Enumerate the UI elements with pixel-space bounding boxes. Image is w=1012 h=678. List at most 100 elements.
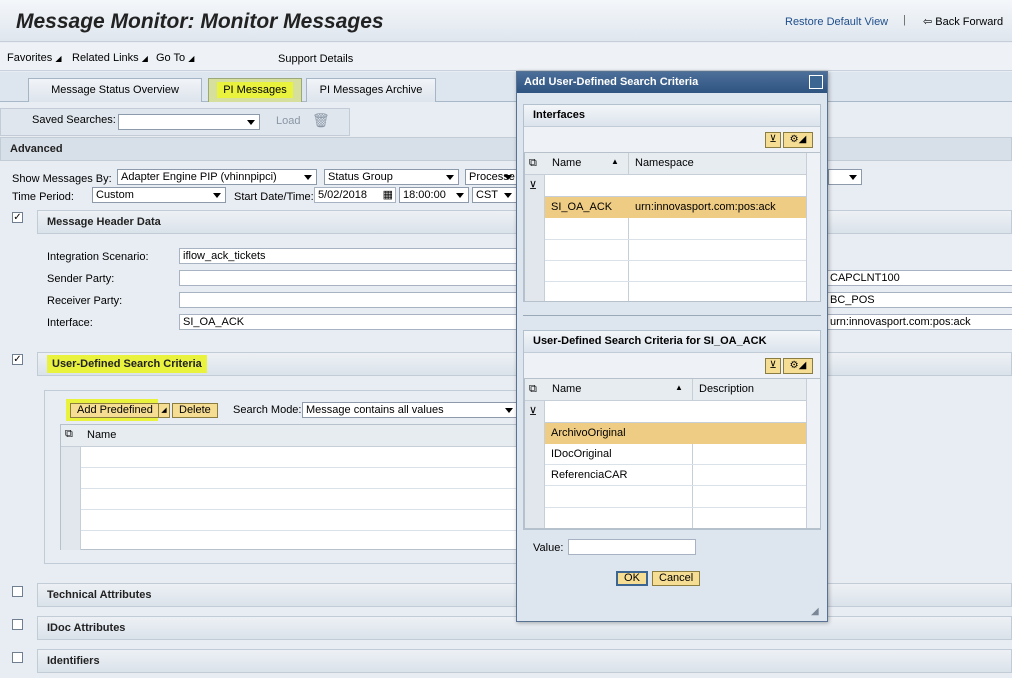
integration-scenario-field[interactable]: iflow_ack_tickets bbox=[179, 248, 519, 264]
tab-pi-messages-archive[interactable]: PI Messages Archive bbox=[306, 78, 436, 102]
divider bbox=[523, 315, 821, 316]
time-period-dropdown[interactable]: Custom bbox=[92, 187, 226, 203]
back-forward-label: Back Forward bbox=[935, 16, 1004, 28]
search-mode-label: Search Mode: bbox=[233, 404, 302, 416]
idoc-attributes-checkbox[interactable] bbox=[12, 619, 23, 630]
iface-name-cell: SI_OA_ACK bbox=[551, 201, 613, 213]
menu-arrow-icon: ◢ bbox=[188, 54, 195, 63]
support-details-link[interactable]: Support Details bbox=[278, 53, 353, 65]
dialog-title: Add User-Defined Search Criteria bbox=[517, 72, 827, 93]
menu-bar bbox=[0, 43, 1012, 71]
interface-field[interactable]: SI_OA_ACK bbox=[179, 314, 519, 330]
sender-party-field[interactable] bbox=[179, 270, 519, 286]
crit-name-header[interactable]: Name bbox=[552, 383, 581, 395]
start-date-field[interactable]: 5/02/2018 ▦ bbox=[314, 187, 396, 203]
row-selector-column[interactable] bbox=[525, 401, 545, 528]
receiver-party-field[interactable] bbox=[179, 292, 519, 308]
start-date-time-label: Start Date/Time: bbox=[234, 191, 314, 203]
advanced-section-header: Advanced bbox=[0, 137, 1012, 161]
iface-name-header[interactable]: Name bbox=[552, 157, 581, 169]
receiver-party-label: Receiver Party: bbox=[47, 295, 123, 307]
favorites-menu[interactable]: Favorites ◢ bbox=[7, 52, 61, 64]
timezone-dropdown[interactable]: CST bbox=[472, 187, 517, 203]
related-links-menu[interactable]: Related Links ◢ bbox=[72, 52, 148, 64]
go-to-menu[interactable]: Go To ◢ bbox=[156, 52, 194, 64]
processed-dropdown[interactable]: Processe bbox=[465, 169, 517, 185]
maximize-icon[interactable] bbox=[809, 75, 823, 89]
filter-row[interactable] bbox=[545, 401, 806, 423]
settings-icon[interactable]: ⚙◢ bbox=[783, 358, 813, 374]
table-row bbox=[81, 489, 519, 510]
table-row[interactable]: ArchivoOriginal bbox=[545, 423, 806, 444]
table-settings-icon[interactable]: ⧉ bbox=[529, 383, 537, 396]
ok-button[interactable]: OK bbox=[616, 571, 648, 586]
crit-name-cell: IDocOriginal bbox=[551, 448, 612, 460]
interface-namespace-right[interactable]: urn:innovasport.com:pos:ack bbox=[826, 314, 1012, 330]
add-predefined-menu-icon[interactable]: ◢ bbox=[158, 403, 170, 418]
udsc-table: ⧉ Name bbox=[60, 424, 520, 550]
table-row bbox=[81, 447, 519, 468]
table-row[interactable]: SI_OA_ACK urn:innovasport.com:pos:ack bbox=[545, 197, 806, 218]
iface-namespace-cell: urn:innovasport.com:pos:ack bbox=[635, 201, 776, 213]
udsc-checkbox[interactable]: ✓ bbox=[12, 354, 23, 365]
back-forward-button[interactable]: ⇦ Back Forward bbox=[923, 15, 1003, 28]
show-messages-by-dropdown[interactable]: Adapter Engine PIP (vhinnpipci) bbox=[117, 169, 317, 185]
sender-party-value-right[interactable]: CAPCLNT100 bbox=[826, 270, 1012, 286]
time-period-label: Time Period: bbox=[12, 191, 74, 203]
sort-icon[interactable]: ▲ bbox=[611, 157, 619, 166]
table-settings-icon[interactable]: ⧉ bbox=[65, 428, 73, 441]
row-selector-column[interactable] bbox=[525, 175, 545, 301]
separator: | bbox=[903, 14, 906, 26]
cancel-button[interactable]: Cancel bbox=[652, 571, 701, 586]
resize-grip-icon[interactable]: ◢ bbox=[811, 606, 819, 617]
scrollbar[interactable] bbox=[806, 153, 820, 301]
sort-icon[interactable]: ▲ bbox=[675, 383, 683, 392]
row-selector-column[interactable] bbox=[61, 447, 81, 550]
saved-searches-dropdown[interactable] bbox=[118, 114, 260, 130]
identifiers-section[interactable]: Identifiers bbox=[37, 649, 1012, 673]
back-arrow-icon: ⇦ bbox=[923, 16, 933, 28]
value-input[interactable] bbox=[568, 539, 696, 555]
restore-default-view-link[interactable]: Restore Default View bbox=[785, 16, 888, 28]
criteria-panel: User-Defined Search Criteria for SI_OA_A… bbox=[523, 330, 821, 530]
page-title: Message Monitor: Monitor Messages bbox=[16, 10, 384, 33]
add-udsc-dialog: Add User-Defined Search Criteria Interfa… bbox=[516, 71, 828, 622]
table-row[interactable]: ReferenciaCAR bbox=[545, 465, 806, 486]
saved-searches-label: Saved Searches: bbox=[32, 114, 116, 126]
iface-namespace-header[interactable]: Namespace bbox=[635, 157, 694, 169]
name-column-header[interactable]: Name bbox=[87, 429, 116, 441]
identifiers-checkbox[interactable] bbox=[12, 652, 23, 663]
table-row bbox=[81, 510, 519, 531]
filter-icon[interactable]: ⊻ bbox=[765, 132, 781, 148]
crit-description-header[interactable]: Description bbox=[699, 383, 754, 395]
receiver-party-value-right[interactable]: BC_POS bbox=[826, 292, 1012, 308]
scrollbar[interactable] bbox=[806, 379, 820, 528]
delete-button[interactable]: Delete bbox=[172, 403, 218, 418]
status-group-dropdown[interactable]: Status Group bbox=[324, 169, 459, 185]
filter-icon[interactable]: ⊻ bbox=[765, 358, 781, 374]
settings-icon[interactable]: ⚙◢ bbox=[783, 132, 813, 148]
extra-dropdown[interactable] bbox=[828, 169, 862, 185]
sender-party-label: Sender Party: bbox=[47, 273, 115, 285]
interface-label: Interface: bbox=[47, 317, 93, 329]
add-predefined-button[interactable]: Add Predefined bbox=[70, 403, 160, 418]
start-time-dropdown[interactable]: 18:00:00 bbox=[399, 187, 469, 203]
table-row[interactable]: IDocOriginal bbox=[545, 444, 806, 465]
tab-message-status-overview[interactable]: Message Status Overview bbox=[28, 78, 202, 102]
load-button[interactable]: Load bbox=[276, 115, 300, 127]
table-row bbox=[81, 468, 519, 489]
search-mode-dropdown[interactable]: Message contains all values bbox=[302, 402, 518, 418]
message-header-checkbox[interactable]: ✓ bbox=[12, 212, 23, 223]
technical-attributes-checkbox[interactable] bbox=[12, 586, 23, 597]
calendar-icon[interactable]: ▦ bbox=[383, 188, 393, 202]
filter-row[interactable] bbox=[545, 175, 806, 197]
menu-arrow-icon: ◢ bbox=[55, 54, 62, 63]
criteria-table: ⧉ Name ▲ Description ⊻ ArchivoOriginal I… bbox=[524, 378, 820, 529]
tab-pi-messages[interactable]: PI Messages bbox=[208, 78, 302, 102]
filter-row-icon[interactable]: ⊻ bbox=[529, 179, 537, 192]
delete-icon[interactable]: 🗑 bbox=[312, 112, 330, 129]
interfaces-title: Interfaces bbox=[524, 105, 820, 127]
filter-row-icon[interactable]: ⊻ bbox=[529, 405, 537, 418]
table-settings-icon[interactable]: ⧉ bbox=[529, 157, 537, 170]
criteria-title: User-Defined Search Criteria for SI_OA_A… bbox=[524, 331, 820, 353]
